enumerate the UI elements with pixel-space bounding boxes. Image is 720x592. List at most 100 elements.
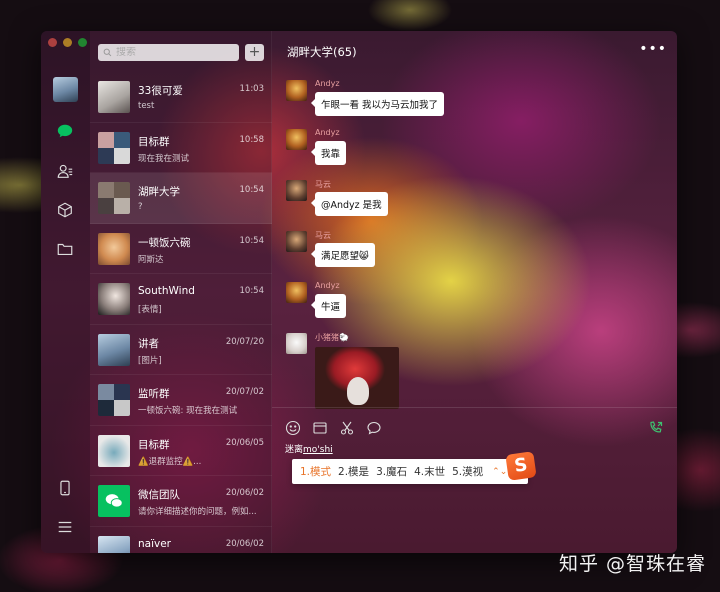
- sender-name: 马云: [315, 180, 331, 189]
- emoji-icon[interactable]: [285, 420, 301, 436]
- contacts-icon[interactable]: [54, 160, 76, 182]
- chat-preview: ⚠️退群监控⚠️...: [138, 456, 202, 467]
- chat-time: 11:03: [239, 84, 265, 94]
- sender-name: Andyz: [315, 281, 340, 290]
- message-bubble[interactable]: 牛逼: [310, 294, 347, 318]
- chat-history-icon[interactable]: [366, 420, 382, 436]
- avatar: [98, 232, 130, 265]
- search-input[interactable]: [116, 47, 234, 58]
- avatar: [286, 80, 307, 101]
- chat-name: naïver: [138, 537, 171, 550]
- chat-item[interactable]: SouthWind 10:54 [表情]: [90, 274, 272, 325]
- chat-preview: 一顿饭六碗: 现在我在测试: [138, 406, 238, 416]
- avatar: [286, 333, 307, 354]
- chat-name: 监听群: [138, 388, 170, 400]
- phone-icon[interactable]: [54, 477, 76, 499]
- chat-name: 目标群: [138, 438, 170, 451]
- avatar: [98, 384, 130, 416]
- typed-text[interactable]: 迷离mo'shi: [285, 442, 333, 455]
- chat-name: 微信团队: [138, 489, 180, 501]
- chat-time: 20/07/02: [225, 387, 264, 397]
- chat-item[interactable]: 湖畔大学 10:54 ?: [90, 173, 272, 224]
- menu-icon[interactable]: [54, 516, 76, 538]
- message-bubble[interactable]: 满足愿望😸: [311, 243, 375, 267]
- chat-item[interactable]: 目标群 10:58 现在我在测试: [90, 123, 272, 173]
- chat-preview: 现在我在测试: [138, 153, 190, 164]
- chat-name: 一顿饭六碗: [138, 236, 191, 249]
- message-bubble[interactable]: 乍眼一看 我以为马云加我了: [310, 92, 445, 116]
- typed-pinyin: mo'shi: [303, 445, 333, 455]
- chat-item[interactable]: 微信团队 20/06/02 请你详细描述你的问题，例如...: [90, 476, 272, 527]
- ime-candidate[interactable]: 5.漠视: [452, 464, 483, 479]
- message-bubble[interactable]: @Andyz 是我: [311, 192, 388, 216]
- avatar: [98, 131, 130, 164]
- search-box[interactable]: [98, 44, 239, 61]
- chat-item[interactable]: 一顿饭六碗 10:54 阿斯达: [90, 224, 272, 274]
- sender-name: 小猪猪🐑: [315, 333, 349, 342]
- ime-candidate[interactable]: 3.魔石: [376, 464, 407, 479]
- chat-title: 湖畔大学(65): [287, 45, 357, 59]
- avatar: [98, 434, 130, 467]
- chat-preview: 请你详细描述你的问题，例如...: [138, 507, 257, 517]
- chat-preview: test: [138, 101, 155, 111]
- ime-page-arrows-icon[interactable]: ⌃⌄: [492, 467, 507, 477]
- chat-item[interactable]: 目标群 20/06/05 ⚠️退群监控⚠️...: [90, 426, 272, 476]
- sender-name: Andyz: [315, 128, 340, 137]
- chat-preview: [图片]: [138, 355, 162, 366]
- search-icon: [103, 48, 112, 57]
- avatar: [98, 333, 130, 366]
- ime-candidate[interactable]: 2.模是: [338, 464, 369, 479]
- avatar: [98, 81, 130, 113]
- chat-icon[interactable]: [54, 120, 76, 142]
- voice-call-icon[interactable]: [648, 420, 664, 436]
- message-image[interactable]: [315, 347, 399, 409]
- my-avatar[interactable]: [53, 77, 78, 102]
- nav-sidebar: [41, 31, 90, 553]
- chat-time: 10:54: [239, 235, 265, 246]
- chat-list-pane: + 33很可爱 11:03 test 目标群 10:58 现在我在测试 湖畔大学…: [90, 31, 272, 553]
- sender-name: Andyz: [315, 79, 340, 88]
- sender-name: 马云: [315, 231, 331, 240]
- avatar: [98, 283, 130, 315]
- screenshot-icon[interactable]: [339, 420, 355, 436]
- ime-candidate-bar: 1.模式 2.模是 3.魔石 4.末世 5.漠视 ⌃⌄: [292, 459, 528, 484]
- avatar: [286, 282, 307, 303]
- typed-prefix: 迷离: [285, 445, 304, 455]
- avatar: [286, 231, 307, 252]
- chat-item[interactable]: 33很可爱 11:03 test: [90, 72, 272, 123]
- avatar: [286, 129, 307, 150]
- box-icon[interactable]: [54, 199, 76, 221]
- ime-candidate[interactable]: 4.末世: [414, 464, 445, 479]
- chat-time: 10:54: [239, 185, 265, 195]
- chat-item[interactable]: 监听群 20/07/02 一顿饭六碗: 现在我在测试: [90, 375, 272, 426]
- chat-item[interactable]: 讲者 20/07/20 [图片]: [90, 325, 272, 375]
- chat-time: 20/06/05: [225, 437, 264, 448]
- chat-time: 10:58: [239, 134, 265, 145]
- folder-icon[interactable]: [54, 238, 76, 260]
- composer: 迷离mo'shi 1.模式 2.模是 3.魔石 4.末世 5.漠视 ⌃⌄ S: [272, 407, 677, 553]
- chat-preview: 阿斯达: [138, 254, 164, 265]
- avatar: [98, 182, 130, 214]
- add-chat-button[interactable]: +: [245, 44, 264, 61]
- chat-preview: ?: [138, 202, 143, 212]
- file-icon[interactable]: [312, 420, 328, 436]
- chat-list: 33很可爱 11:03 test 目标群 10:58 现在我在测试 湖畔大学 1…: [90, 72, 272, 553]
- wechat-team-icon: [98, 485, 130, 517]
- chat-item[interactable]: naïver 20/06/02: [90, 527, 272, 553]
- conversation-pane: 湖畔大学(65) ••• Andyz 乍眼一看 我以为马云加我了 Andyz 我…: [272, 31, 677, 553]
- chat-name: 33很可爱: [138, 85, 183, 97]
- chat-time: 20/06/02: [225, 488, 264, 498]
- more-icon[interactable]: •••: [639, 41, 667, 57]
- chat-time: 20/07/20: [225, 336, 264, 347]
- chat-preview: [表情]: [138, 305, 162, 315]
- wechat-window: + 33很可爱 11:03 test 目标群 10:58 现在我在测试 湖畔大学…: [41, 31, 677, 553]
- message-bubble[interactable]: 我靠: [310, 141, 347, 165]
- chat-time: 20/06/02: [225, 538, 264, 549]
- zhihu-watermark: 知乎 @智珠在睿: [558, 553, 706, 575]
- ime-candidate[interactable]: 1.模式: [300, 464, 331, 479]
- chat-name: 讲者: [138, 337, 159, 350]
- sogou-ime-logo: S: [505, 451, 537, 481]
- avatar: [286, 180, 307, 201]
- chat-name: 目标群: [138, 135, 170, 148]
- avatar: [98, 535, 130, 553]
